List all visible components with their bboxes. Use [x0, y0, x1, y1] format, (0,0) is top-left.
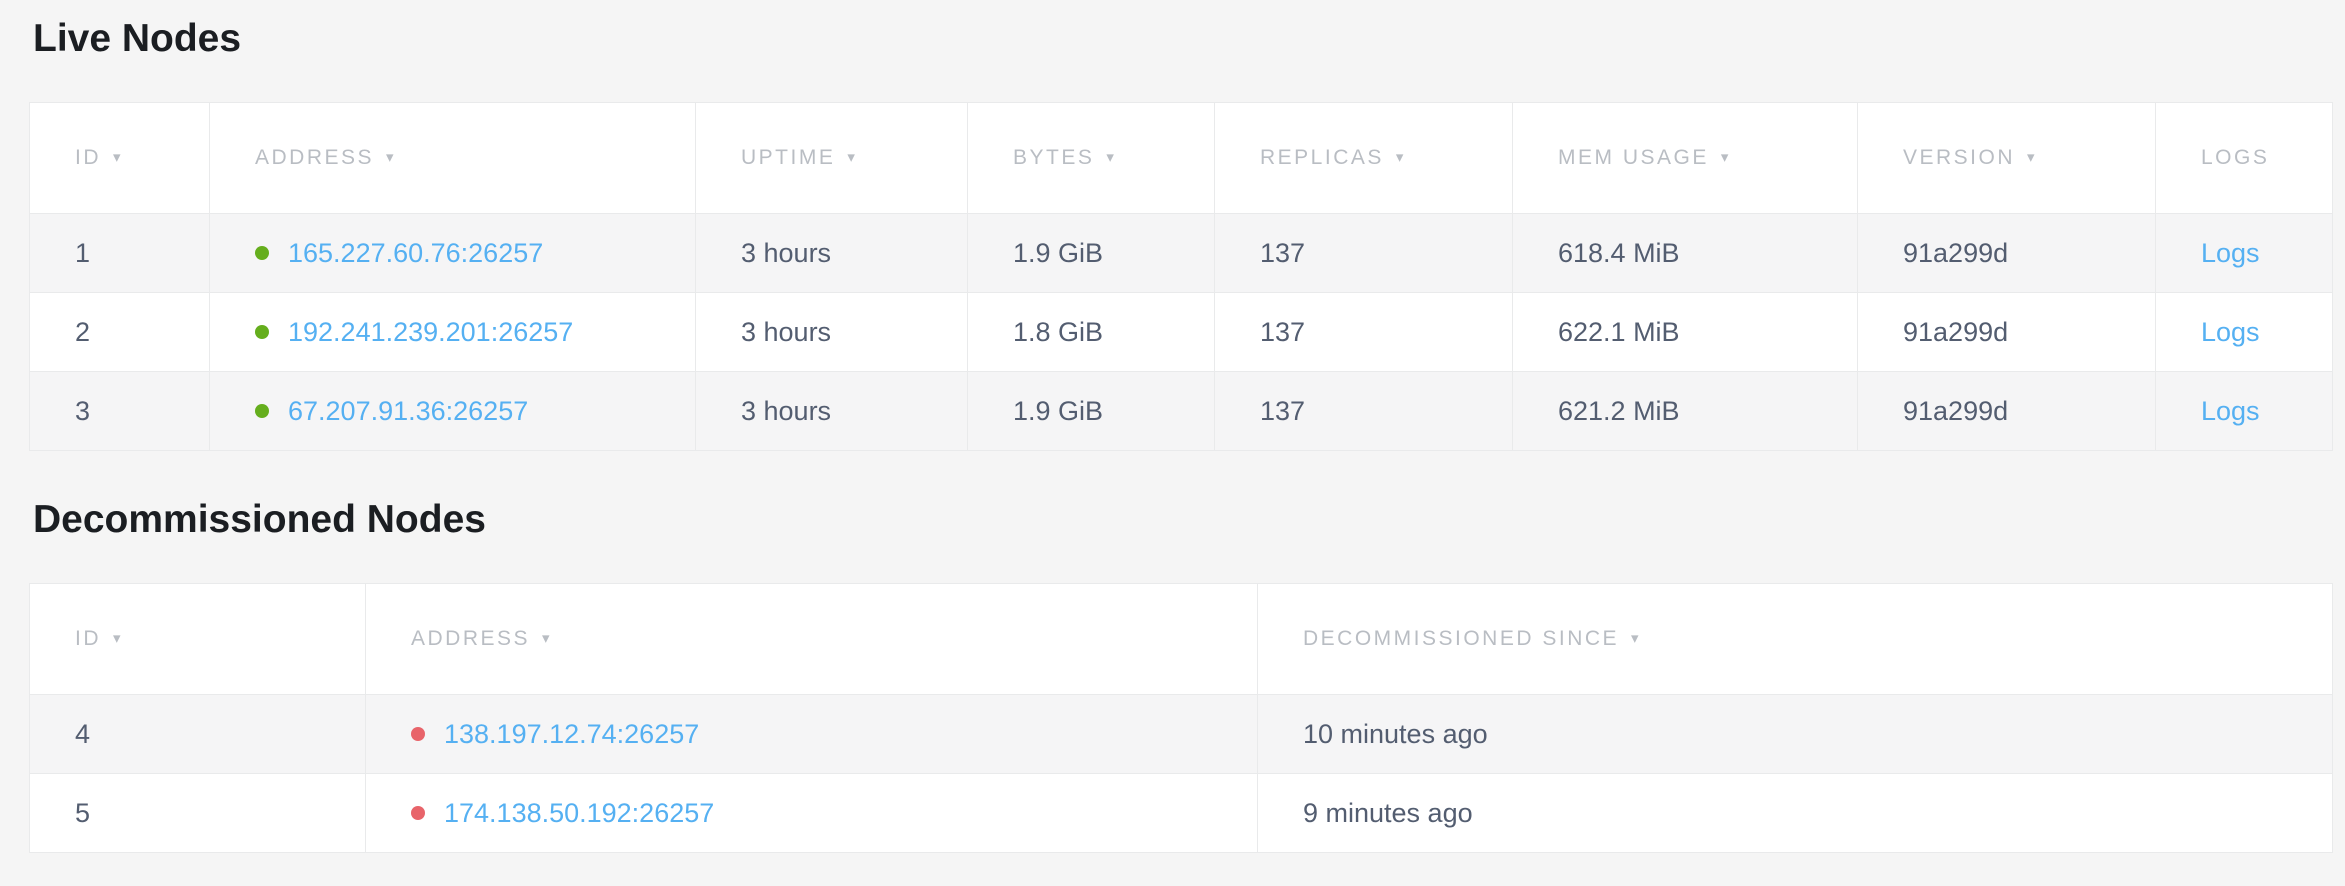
uptime-cell: 3 hours — [696, 214, 968, 293]
node-address-link[interactable]: 174.138.50.192:26257 — [444, 798, 714, 828]
node-id-cell: 2 — [30, 293, 210, 372]
node-address-link[interactable]: 192.241.239.201:26257 — [288, 317, 573, 347]
live-node-row: 2 192.241.239.201:26257 3 hours 1.8 GiB … — [30, 293, 2333, 372]
replicas-cell: 137 — [1215, 372, 1513, 451]
sort-arrow-icon: ▾ — [113, 629, 121, 647]
version-cell: 91a299d — [1858, 372, 2156, 451]
uptime-cell: 3 hours — [696, 372, 968, 451]
column-header-label: ADDRESS — [255, 146, 374, 169]
sort-arrow-icon: ▾ — [1721, 148, 1729, 166]
column-header-uptime[interactable]: UPTIME ▾ — [696, 103, 968, 214]
sort-arrow-icon: ▾ — [386, 148, 394, 166]
decommissioned-node-row: 4 138.197.12.74:26257 10 minutes ago — [30, 695, 2333, 774]
bytes-cell: 1.9 GiB — [968, 372, 1215, 451]
decommissioned-nodes-title: Decommissioned Nodes — [0, 497, 2345, 543]
node-address-cell: 192.241.239.201:26257 — [210, 293, 696, 372]
decommissioned-status-icon — [411, 806, 425, 820]
node-address-link[interactable]: 165.227.60.76:26257 — [288, 238, 543, 268]
version-cell: 91a299d — [1858, 214, 2156, 293]
live-status-icon — [255, 404, 269, 418]
sort-arrow-icon: ▾ — [542, 629, 550, 647]
logs-cell: Logs — [2156, 214, 2333, 293]
decommissioned-nodes-header-row: ID ▾ ADDRESS ▾ DECOMMISSIONED SINCE ▾ — [30, 584, 2333, 695]
replicas-cell: 137 — [1215, 293, 1513, 372]
column-header-label: VERSION — [1903, 146, 2015, 169]
node-id-cell: 4 — [30, 695, 366, 774]
column-header-logs: LOGS — [2156, 103, 2333, 214]
sort-arrow-icon: ▾ — [1106, 148, 1114, 166]
node-address-cell: 67.207.91.36:26257 — [210, 372, 696, 451]
node-address-cell: 174.138.50.192:26257 — [366, 774, 1258, 853]
mem-usage-cell: 621.2 MiB — [1513, 372, 1858, 451]
live-node-row: 3 67.207.91.36:26257 3 hours 1.9 GiB 137… — [30, 372, 2333, 451]
column-header-label: ID — [75, 627, 101, 650]
mem-usage-cell: 618.4 MiB — [1513, 214, 1858, 293]
logs-link[interactable]: Logs — [2201, 396, 2260, 426]
node-address-cell: 165.227.60.76:26257 — [210, 214, 696, 293]
node-id-cell: 1 — [30, 214, 210, 293]
column-header-decommissioned-since[interactable]: DECOMMISSIONED SINCE ▾ — [1258, 584, 2333, 695]
column-header-label: REPLICAS — [1260, 146, 1384, 169]
live-status-icon — [255, 325, 269, 339]
decommissioned-status-icon — [411, 727, 425, 741]
live-nodes-header-row: ID ▾ ADDRESS ▾ UPTIME ▾ BYTES ▾ REPLICAS ▾ ME… — [30, 103, 2333, 214]
column-header-id[interactable]: ID ▾ — [30, 584, 366, 695]
logs-cell: Logs — [2156, 372, 2333, 451]
node-address-link[interactable]: 138.197.12.74:26257 — [444, 719, 699, 749]
live-status-icon — [255, 246, 269, 260]
version-cell: 91a299d — [1858, 293, 2156, 372]
decommissioned-node-row: 5 174.138.50.192:26257 9 minutes ago — [30, 774, 2333, 853]
sort-arrow-icon: ▾ — [847, 148, 855, 166]
node-address-link[interactable]: 67.207.91.36:26257 — [288, 396, 528, 426]
sort-arrow-icon: ▾ — [2027, 148, 2035, 166]
mem-usage-cell: 622.1 MiB — [1513, 293, 1858, 372]
node-address-cell: 138.197.12.74:26257 — [366, 695, 1258, 774]
decommissioned-nodes-table: ID ▾ ADDRESS ▾ DECOMMISSIONED SINCE ▾ 4 138… — [29, 583, 2333, 853]
column-header-label: ID — [75, 146, 101, 169]
logs-link[interactable]: Logs — [2201, 238, 2260, 268]
live-nodes-table: ID ▾ ADDRESS ▾ UPTIME ▾ BYTES ▾ REPLICAS ▾ ME… — [29, 102, 2333, 451]
column-header-address[interactable]: ADDRESS ▾ — [366, 584, 1258, 695]
node-id-cell: 5 — [30, 774, 366, 853]
sort-arrow-icon: ▾ — [113, 148, 121, 166]
column-header-label: DECOMMISSIONED SINCE — [1303, 627, 1619, 650]
sort-arrow-icon: ▾ — [1396, 148, 1404, 166]
bytes-cell: 1.9 GiB — [968, 214, 1215, 293]
decommissioned-since-cell: 10 minutes ago — [1258, 695, 2333, 774]
column-header-label: LOGS — [2201, 146, 2269, 169]
column-header-label: BYTES — [1013, 146, 1094, 169]
column-header-mem-usage[interactable]: MEM USAGE ▾ — [1513, 103, 1858, 214]
column-header-label: UPTIME — [741, 146, 835, 169]
column-header-label: ADDRESS — [411, 627, 530, 650]
logs-cell: Logs — [2156, 293, 2333, 372]
column-header-bytes[interactable]: BYTES ▾ — [968, 103, 1215, 214]
column-header-id[interactable]: ID ▾ — [30, 103, 210, 214]
column-header-version[interactable]: VERSION ▾ — [1858, 103, 2156, 214]
replicas-cell: 137 — [1215, 214, 1513, 293]
sort-arrow-icon: ▾ — [1631, 629, 1639, 647]
node-id-cell: 3 — [30, 372, 210, 451]
uptime-cell: 3 hours — [696, 293, 968, 372]
bytes-cell: 1.8 GiB — [968, 293, 1215, 372]
column-header-replicas[interactable]: REPLICAS ▾ — [1215, 103, 1513, 214]
live-nodes-title: Live Nodes — [0, 0, 2345, 62]
cluster-nodes-overview-page: Live Nodes ID ▾ ADDRESS ▾ UPTIME ▾ BYTES ▾ R… — [0, 0, 2345, 853]
live-node-row: 1 165.227.60.76:26257 3 hours 1.9 GiB 13… — [30, 214, 2333, 293]
decommissioned-since-cell: 9 minutes ago — [1258, 774, 2333, 853]
logs-link[interactable]: Logs — [2201, 317, 2260, 347]
column-header-address[interactable]: ADDRESS ▾ — [210, 103, 696, 214]
column-header-label: MEM USAGE — [1558, 146, 1709, 169]
